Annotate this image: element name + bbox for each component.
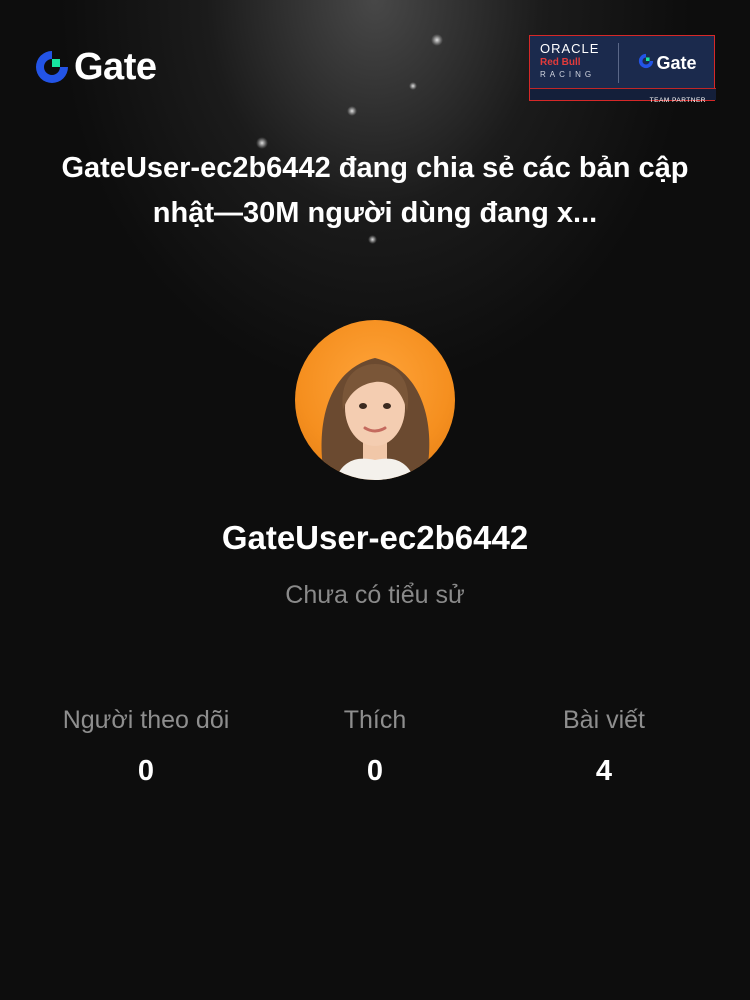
stat-posts[interactable]: Bài viết 4 xyxy=(474,703,734,791)
gate-logo-text: Gate xyxy=(74,46,157,88)
share-headline: GateUser-ec2b6442 đang chia sẻ các bản c… xyxy=(61,152,689,229)
team-partner-label: TEAM PARTNER xyxy=(649,97,706,104)
gate-logo-icon xyxy=(34,49,70,85)
gate-partner-icon xyxy=(638,53,654,74)
avatar[interactable] xyxy=(295,320,455,480)
stat-likes[interactable]: Thích 0 xyxy=(245,703,505,791)
stat-value: 0 xyxy=(137,755,155,787)
profile-bio: Chưa có tiểu sử xyxy=(285,581,465,609)
partner-badge: ORACLE Red Bull RACING Gate TEAM PARTNER xyxy=(529,35,716,104)
profile-username: GateUser-ec2b6442 xyxy=(221,519,529,556)
stat-label: Thích xyxy=(343,706,407,734)
stat-value: 0 xyxy=(366,755,384,787)
stat-label: Người theo dõi xyxy=(62,706,230,734)
stat-followers[interactable]: Người theo dõi 0 xyxy=(16,703,276,791)
sparkle-decoration xyxy=(409,82,417,90)
sparkle-decoration xyxy=(347,106,357,116)
stat-label: Bài viết xyxy=(563,706,645,734)
avatar-image xyxy=(321,358,430,480)
racing-wordmark: RACING xyxy=(540,70,596,79)
stat-value: 4 xyxy=(595,755,613,787)
oracle-wordmark: ORACLE xyxy=(540,41,600,56)
team-partner-bar: TEAM PARTNER xyxy=(530,88,716,104)
sparkle-decoration xyxy=(431,34,443,46)
gate-logo[interactable]: Gate xyxy=(34,46,157,88)
sparkle-decoration xyxy=(368,235,377,244)
redbull-wordmark: Red Bull xyxy=(540,57,581,68)
partner-gate-text: Gate xyxy=(656,52,697,73)
